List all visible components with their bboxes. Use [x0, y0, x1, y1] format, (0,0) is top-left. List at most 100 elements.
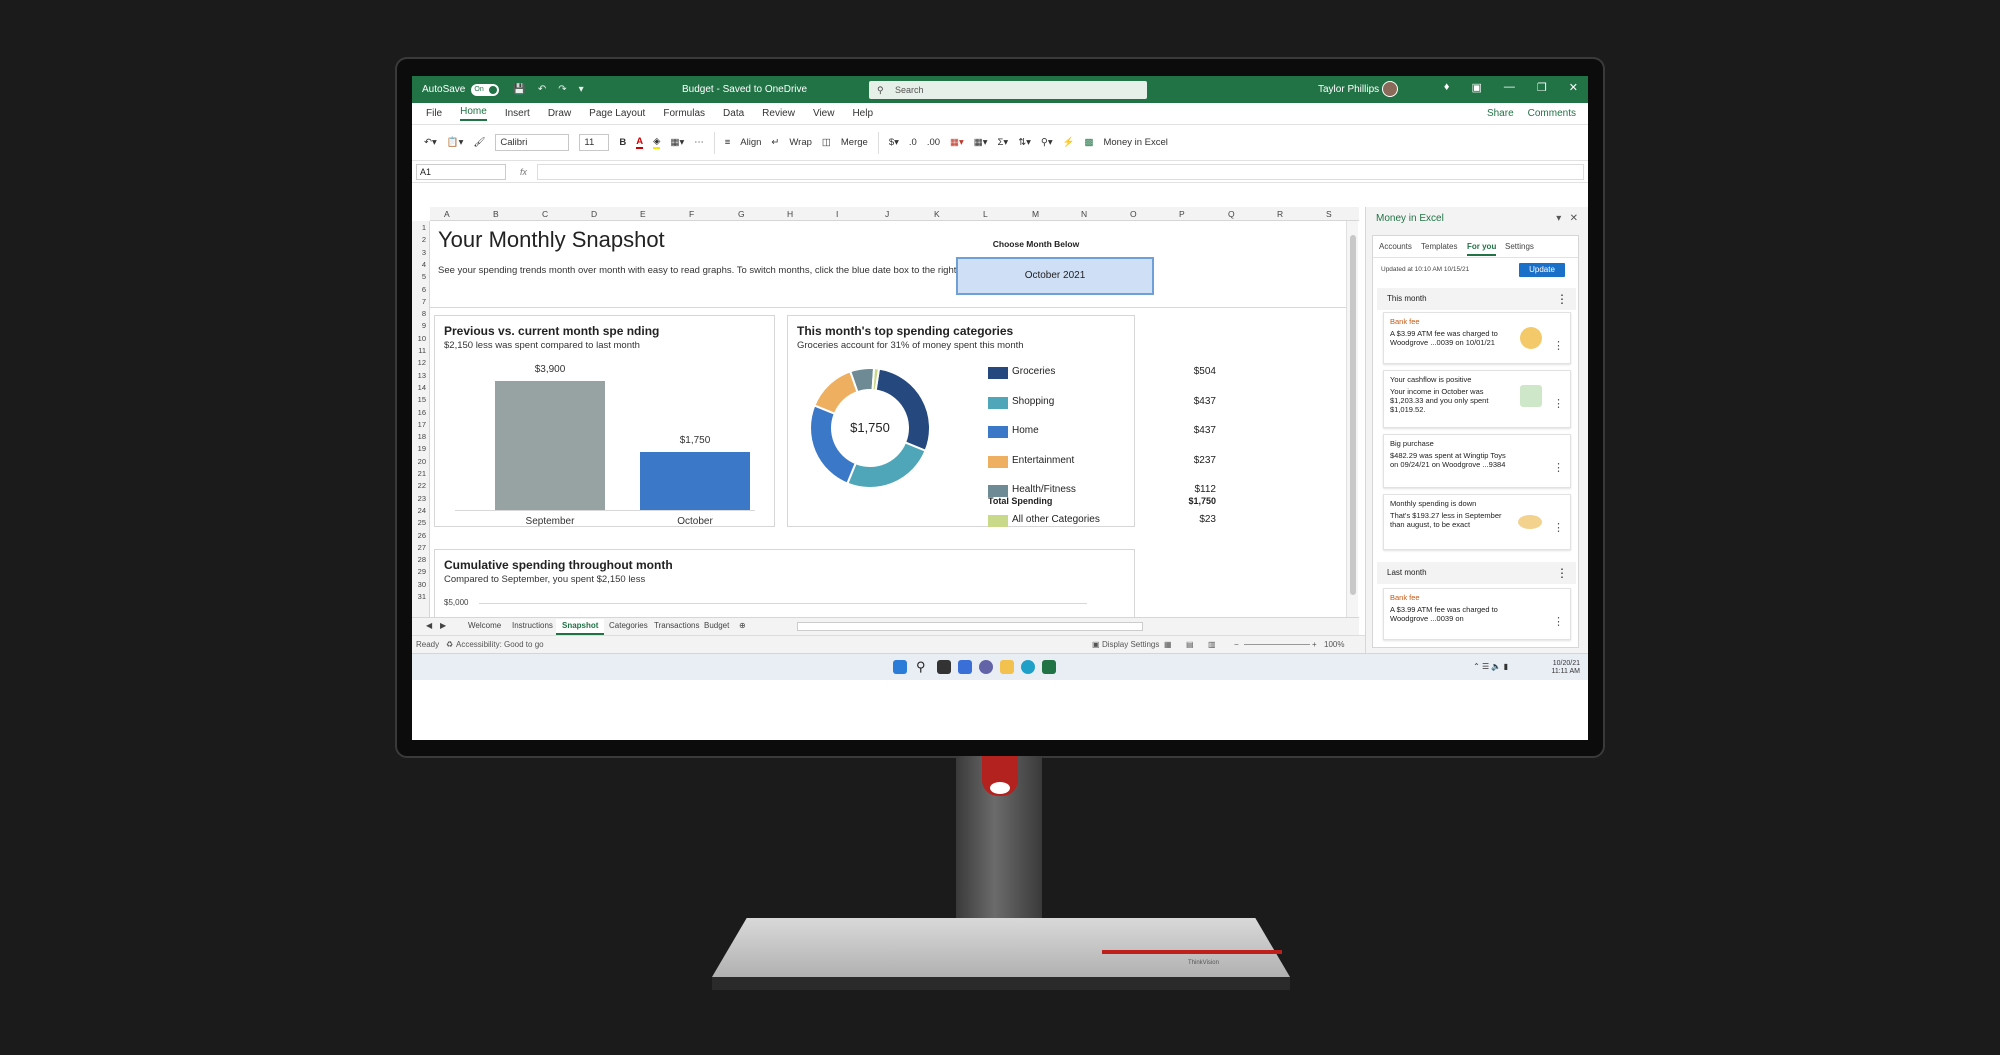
menu-data[interactable]: Data: [723, 108, 744, 119]
font-color-icon[interactable]: A: [636, 136, 644, 149]
edge-icon[interactable]: [1021, 660, 1035, 674]
donut-slice-home[interactable]: [809, 404, 857, 485]
fill-color-icon[interactable]: ◈: [653, 136, 661, 149]
chat-icon[interactable]: [979, 660, 993, 674]
money-excel-button[interactable]: Money in Excel: [1103, 137, 1167, 148]
row-header[interactable]: 14: [418, 383, 426, 392]
search-input[interactable]: ⚲ Search: [869, 81, 1147, 99]
row-header[interactable]: 1: [422, 223, 426, 232]
borders-icon[interactable]: ▦▾: [670, 137, 684, 148]
column-header[interactable]: J: [885, 209, 889, 219]
excel-icon[interactable]: [1042, 660, 1056, 674]
tab-budget[interactable]: Budget: [704, 621, 729, 630]
column-header[interactable]: N: [1081, 209, 1087, 219]
user-name[interactable]: Taylor Phillips: [1318, 84, 1379, 95]
cumulative-card[interactable]: Cumulative spending throughout month Com…: [434, 549, 1135, 617]
tab-welcome[interactable]: Welcome: [468, 621, 501, 630]
bar-september[interactable]: [495, 381, 605, 510]
pane-controls[interactable]: ▾ ✕: [1556, 213, 1578, 224]
row-header[interactable]: 5: [422, 272, 426, 281]
bold-icon[interactable]: B: [619, 137, 626, 148]
menu-draw[interactable]: Draw: [548, 108, 571, 119]
donut-slice-shopping[interactable]: [846, 441, 927, 489]
row-header[interactable]: 6: [422, 285, 426, 294]
minimize-icon[interactable]: —: [1504, 81, 1515, 94]
more-options-icon[interactable]: ⋮: [1553, 397, 1564, 410]
wrap-button[interactable]: Wrap: [789, 137, 812, 148]
share-button[interactable]: Share: [1487, 108, 1514, 119]
widgets-icon[interactable]: [958, 660, 972, 674]
money-excel-icon[interactable]: ▩: [1085, 137, 1094, 148]
more-options-icon[interactable]: ⋮: [1553, 521, 1564, 534]
comments-button[interactable]: Comments: [1528, 108, 1576, 119]
menu-view[interactable]: View: [813, 108, 835, 119]
paste-icon[interactable]: 📋▾: [447, 137, 464, 148]
more-options-icon[interactable]: ⋮: [1556, 288, 1568, 310]
column-header[interactable]: R: [1277, 209, 1283, 219]
display-settings[interactable]: Display Settings: [1102, 640, 1159, 649]
file-explorer-icon[interactable]: [1000, 660, 1014, 674]
accessibility-status[interactable]: Accessibility: Good to go: [456, 640, 544, 649]
scroll-thumb[interactable]: [1350, 235, 1356, 595]
row-header[interactable]: 15: [418, 395, 426, 404]
sort-filter-icon[interactable]: ⇅▾: [1018, 137, 1031, 148]
menu-page-layout[interactable]: Page Layout: [589, 108, 645, 119]
pane-tab-templates[interactable]: Templates: [1421, 242, 1457, 251]
column-header[interactable]: Q: [1228, 209, 1235, 219]
more-options-icon[interactable]: ⋮: [1553, 615, 1564, 628]
vertical-scrollbar[interactable]: [1346, 221, 1358, 617]
column-header[interactable]: K: [934, 209, 940, 219]
normal-view-icon[interactable]: ▦: [1164, 640, 1172, 649]
donut-slice-groceries[interactable]: [874, 367, 931, 453]
add-sheet-icon[interactable]: ⊕: [739, 621, 746, 630]
menu-file[interactable]: File: [426, 108, 442, 119]
tab-transactions[interactable]: Transactions: [654, 621, 700, 630]
zoom-slider[interactable]: [1244, 644, 1310, 645]
horizontal-scrollbar[interactable]: [797, 622, 1143, 631]
row-header[interactable]: 20: [418, 457, 426, 466]
column-header[interactable]: B: [493, 209, 499, 219]
pane-tab-accounts[interactable]: Accounts: [1379, 242, 1412, 251]
formula-input[interactable]: [537, 163, 1584, 180]
display-settings-icon[interactable]: ▣: [1092, 640, 1100, 649]
row-header[interactable]: 16: [418, 408, 426, 417]
tab-instructions[interactable]: Instructions: [512, 621, 553, 630]
row-header[interactable]: 28: [418, 555, 426, 564]
conditional-format-icon[interactable]: ▦▾: [950, 137, 964, 148]
more-options-icon[interactable]: ⋮: [1553, 339, 1564, 352]
number-format-icon[interactable]: $▾: [889, 137, 899, 148]
column-header[interactable]: M: [1032, 209, 1039, 219]
column-header[interactable]: F: [689, 209, 694, 219]
row-header[interactable]: 17: [418, 420, 426, 429]
worksheet[interactable]: Your Monthly Snapshot See your spending …: [430, 221, 1346, 617]
row-header[interactable]: 8: [422, 309, 426, 318]
font-family-select[interactable]: Calibri: [495, 134, 570, 151]
row-header[interactable]: 12: [418, 358, 426, 367]
update-button[interactable]: Update: [1519, 263, 1565, 277]
column-header[interactable]: I: [836, 209, 838, 219]
column-header[interactable]: S: [1326, 209, 1332, 219]
more-options-icon[interactable]: ⋮: [1553, 461, 1564, 474]
insight-card[interactable]: Bank fee A $3.99 ATM fee was charged to …: [1383, 588, 1571, 640]
tab-categories[interactable]: Categories: [609, 621, 648, 630]
menu-formulas[interactable]: Formulas: [663, 108, 705, 119]
start-icon[interactable]: [893, 660, 907, 674]
menu-home[interactable]: Home: [460, 106, 487, 121]
zoom-in-icon[interactable]: +: [1312, 640, 1317, 649]
zoom-out-icon[interactable]: −: [1234, 640, 1239, 649]
ideas-lightning-icon[interactable]: ⚡: [1063, 137, 1075, 148]
row-header[interactable]: 21: [418, 469, 426, 478]
bar-october[interactable]: [640, 452, 750, 510]
row-header[interactable]: 4: [422, 260, 426, 269]
tab-snapshot[interactable]: Snapshot: [556, 619, 605, 635]
tab-prev-icon[interactable]: ◀: [426, 621, 432, 630]
column-header[interactable]: A: [444, 209, 450, 219]
close-icon[interactable]: ✕: [1569, 81, 1578, 94]
column-header[interactable]: H: [787, 209, 793, 219]
autosum-icon[interactable]: Σ▾: [998, 137, 1009, 148]
avatar[interactable]: [1382, 81, 1398, 97]
fx-icon[interactable]: fx: [520, 167, 527, 177]
insight-card[interactable]: Monthly spending is down That's $193.27 …: [1383, 494, 1571, 550]
find-icon[interactable]: ⚲▾: [1041, 137, 1053, 148]
column-header[interactable]: G: [738, 209, 745, 219]
